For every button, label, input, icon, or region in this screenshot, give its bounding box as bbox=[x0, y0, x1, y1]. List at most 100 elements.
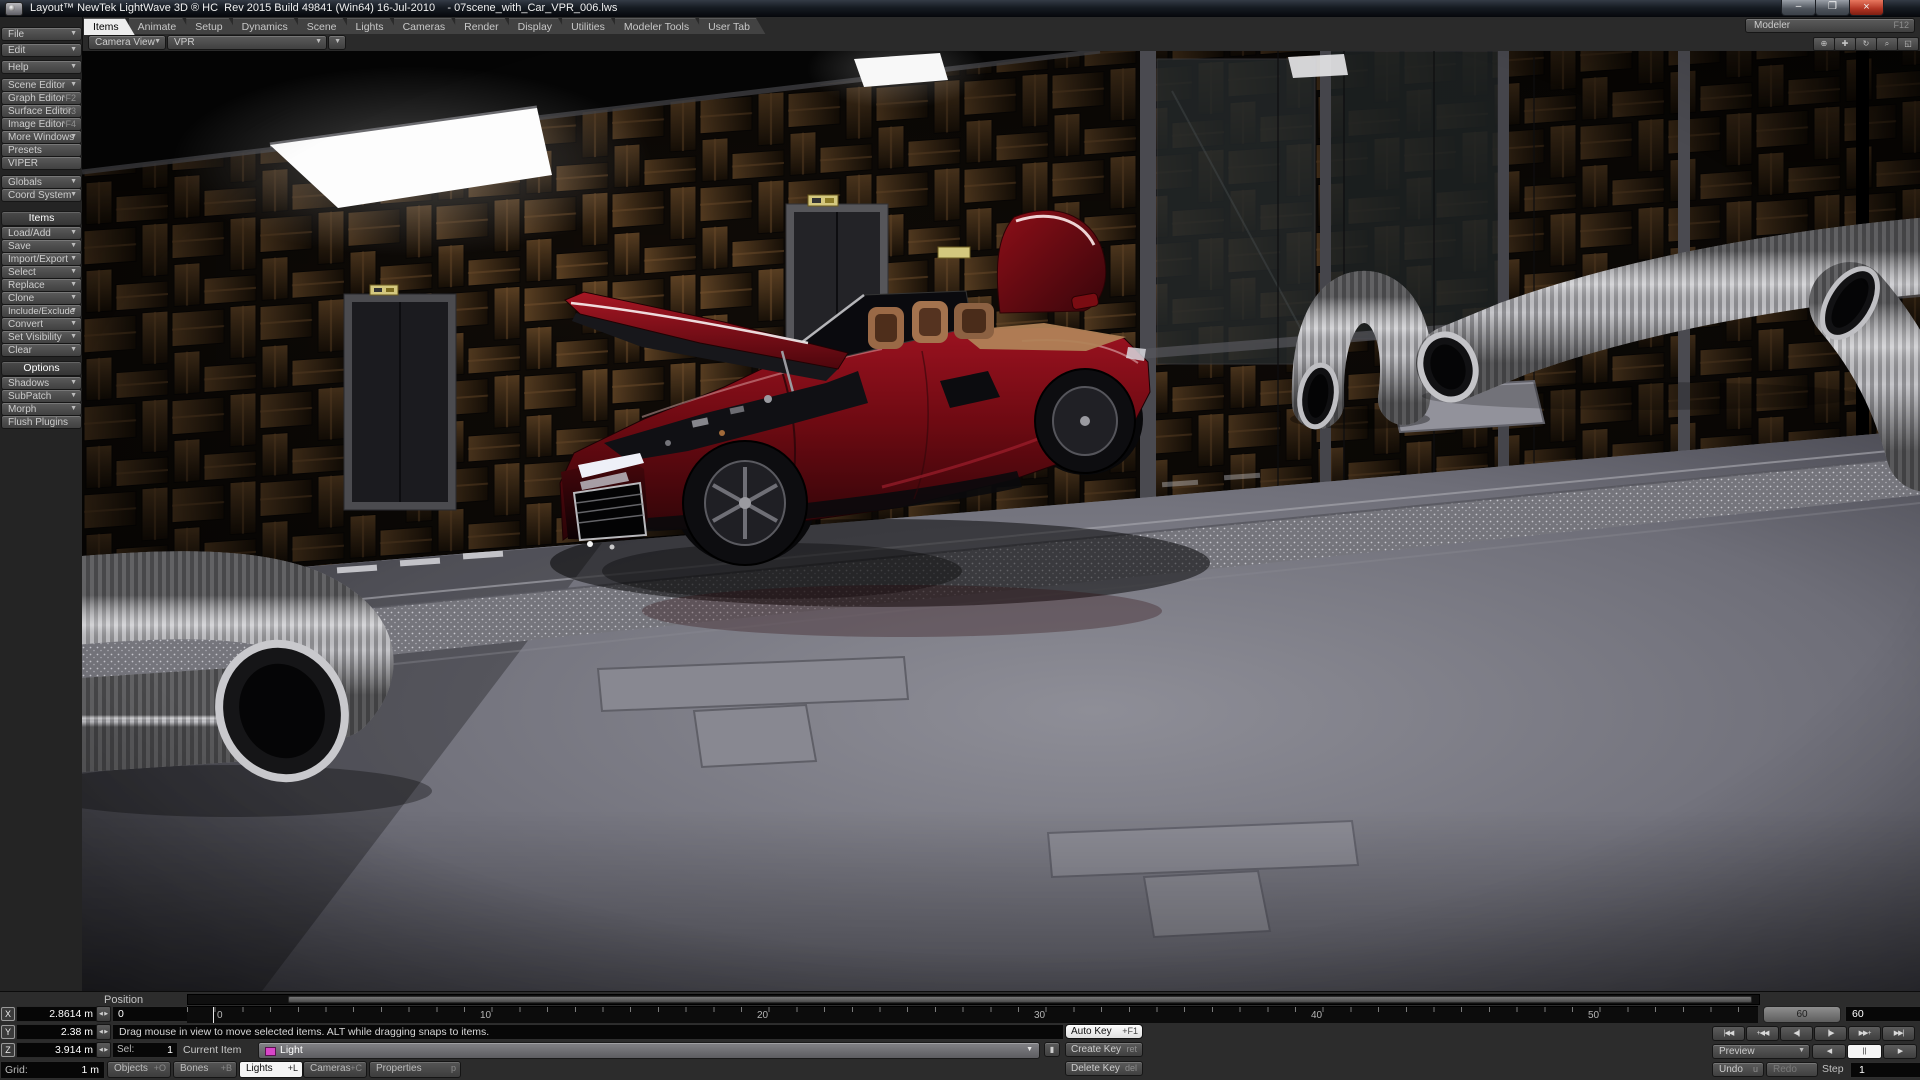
tab-display[interactable]: Display bbox=[509, 18, 568, 35]
timeline-scrollbar[interactable] bbox=[187, 994, 1760, 1005]
left-sidebar: File▼ Edit▼ Help▼ Scene Editor▼ Graph Ed… bbox=[0, 17, 83, 991]
chevron-down-icon: ▼ bbox=[70, 63, 77, 70]
shadows-button[interactable]: Shadows▼ bbox=[1, 376, 82, 390]
rotate-icon[interactable]: ↻ bbox=[1855, 37, 1877, 51]
play-button[interactable]: ▶ bbox=[1883, 1044, 1917, 1059]
y-spinner[interactable]: ◀ ▶ bbox=[96, 1024, 111, 1040]
timeline-ruler[interactable]: 0 10 20 30 40 50 bbox=[187, 1006, 1758, 1023]
position-x-value[interactable]: 2.8614 m bbox=[16, 1006, 98, 1022]
close-button[interactable]: × bbox=[1849, 0, 1884, 16]
more-windows-button[interactable]: More Windows▼ bbox=[1, 130, 82, 144]
current-frame-field[interactable]: 0 bbox=[112, 1006, 191, 1022]
play-reverse-button[interactable]: ◀ bbox=[1812, 1044, 1846, 1059]
presets-button[interactable]: Presets bbox=[1, 143, 82, 157]
render-options-dropdown[interactable]: ▼ bbox=[328, 35, 346, 50]
tab-cameras[interactable]: Cameras bbox=[394, 18, 462, 35]
coord-system-button[interactable]: Coord System▼ bbox=[1, 188, 82, 202]
tab-utilities[interactable]: Utilities bbox=[562, 18, 621, 35]
item-tab-bones[interactable]: Bones+B bbox=[173, 1061, 237, 1078]
morph-button[interactable]: Morph▼ bbox=[1, 402, 82, 416]
redo-button[interactable]: Redo bbox=[1766, 1062, 1818, 1077]
x-spinner[interactable]: ◀ ▶ bbox=[96, 1006, 111, 1022]
convert-button[interactable]: Convert▼ bbox=[1, 317, 82, 331]
minimize-button[interactable]: – bbox=[1781, 0, 1816, 16]
tab-animate[interactable]: Animate bbox=[129, 18, 193, 35]
viewport-3d-scene[interactable] bbox=[82, 51, 1920, 991]
preview-dropdown[interactable]: Preview ▼ bbox=[1712, 1044, 1810, 1059]
position-z-value[interactable]: 3.914 m bbox=[16, 1042, 98, 1058]
go-end-button[interactable]: ▶▶| bbox=[1882, 1026, 1915, 1041]
step-field[interactable]: 1 bbox=[1850, 1062, 1920, 1078]
render-mode-dropdown[interactable]: VPR ▼ bbox=[167, 35, 327, 50]
set-visibility-button[interactable]: Set Visibility▼ bbox=[1, 330, 82, 344]
chevron-down-icon: ▼ bbox=[70, 281, 77, 288]
pause-button[interactable]: || bbox=[1847, 1044, 1882, 1059]
globals-button[interactable]: Globals▼ bbox=[1, 175, 82, 189]
tab-modeler-tools[interactable]: Modeler Tools bbox=[615, 18, 705, 35]
flush-plugins-button[interactable]: Flush Plugins bbox=[1, 415, 82, 429]
step-forward-button[interactable]: ||▶ bbox=[1814, 1026, 1847, 1041]
help-menu[interactable]: Help▼ bbox=[1, 60, 82, 74]
move-icon[interactable]: ✚ bbox=[1834, 37, 1856, 51]
image-editor-button[interactable]: Image Editor^F4 bbox=[1, 117, 82, 131]
import-export-button[interactable]: Import/Export▼ bbox=[1, 252, 82, 266]
item-tab-lights[interactable]: Lights+L bbox=[239, 1061, 303, 1078]
tab-setup[interactable]: Setup bbox=[186, 18, 238, 35]
light-icon bbox=[265, 1047, 276, 1056]
z-spinner[interactable]: ◀ ▶ bbox=[96, 1042, 111, 1058]
clone-button[interactable]: Clone▼ bbox=[1, 291, 82, 305]
axis-x-button[interactable]: X bbox=[1, 1007, 15, 1021]
include-exclude-button[interactable]: Include/Exclude▼ bbox=[1, 304, 82, 318]
clear-button[interactable]: Clear▼ bbox=[1, 343, 82, 357]
position-y-value[interactable]: 2.38 m bbox=[16, 1024, 98, 1040]
selection-count: Sel: 1 bbox=[112, 1042, 178, 1058]
item-edit-button[interactable]: ▮ bbox=[1044, 1042, 1060, 1057]
auto-key-button[interactable]: Auto Key +F1 bbox=[1065, 1024, 1143, 1039]
tab-items[interactable]: Items bbox=[84, 18, 135, 35]
axis-z-button[interactable]: Z bbox=[1, 1043, 15, 1057]
surface-editor-button[interactable]: Surface Editor^F3 bbox=[1, 104, 82, 118]
chevron-down-icon: ▼ bbox=[334, 38, 341, 45]
file-menu[interactable]: File▼ bbox=[1, 27, 82, 41]
item-tab-cameras[interactable]: Cameras+C bbox=[303, 1061, 367, 1078]
tab-scene[interactable]: Scene bbox=[298, 18, 353, 35]
last-frame-field[interactable]: 60 bbox=[1845, 1006, 1920, 1022]
step-back-button[interactable]: ◀|| bbox=[1780, 1026, 1813, 1041]
axis-y-button[interactable]: Y bbox=[1, 1025, 15, 1039]
scene-editor-button[interactable]: Scene Editor▼ bbox=[1, 78, 82, 92]
current-frame-marker[interactable] bbox=[213, 1007, 214, 1023]
replace-button[interactable]: Replace▼ bbox=[1, 278, 82, 292]
next-key-button[interactable]: ▶▶+ bbox=[1848, 1026, 1881, 1041]
current-item-dropdown[interactable]: Light ▼ bbox=[258, 1042, 1040, 1059]
lightwave-layout-window: Layout™ NewTek LightWave 3D ® HC Rev 201… bbox=[0, 0, 1920, 1080]
go-start-button[interactable]: |◀◀ bbox=[1712, 1026, 1745, 1041]
select-button[interactable]: Select▼ bbox=[1, 265, 82, 279]
zoom-icon[interactable]: ⌕ bbox=[1876, 37, 1898, 51]
fit-icon[interactable]: ◱ bbox=[1897, 37, 1919, 51]
title-bar[interactable]: Layout™ NewTek LightWave 3D ® HC Rev 201… bbox=[0, 0, 1920, 17]
properties-button[interactable]: Propertiesp bbox=[369, 1061, 461, 1078]
viper-button[interactable]: VIPER bbox=[1, 156, 82, 170]
tab-dynamics[interactable]: Dynamics bbox=[233, 18, 304, 35]
undo-button[interactable]: Undo u bbox=[1712, 1062, 1764, 1077]
restore-button[interactable]: ❐ bbox=[1815, 0, 1850, 16]
view-mode-dropdown[interactable]: Camera View ▼ bbox=[88, 35, 166, 50]
chevron-down-icon: ▼ bbox=[315, 38, 322, 45]
edit-menu[interactable]: Edit▼ bbox=[1, 43, 82, 57]
delete-key-button[interactable]: Delete Key del bbox=[1065, 1061, 1143, 1076]
frame-slider-handle[interactable]: 60 bbox=[1763, 1006, 1841, 1023]
modeler-button[interactable]: Modeler F12 bbox=[1745, 18, 1915, 33]
tab-render[interactable]: Render bbox=[455, 18, 514, 35]
tab-user-tab[interactable]: User Tab bbox=[699, 18, 766, 35]
subpatch-button[interactable]: SubPatch▼ bbox=[1, 389, 82, 403]
graph-editor-button[interactable]: Graph Editor^F2 bbox=[1, 91, 82, 105]
chevron-down-icon: ▼ bbox=[1026, 1046, 1033, 1053]
save-button[interactable]: Save▼ bbox=[1, 239, 82, 253]
tab-lights[interactable]: Lights bbox=[347, 18, 400, 35]
load-add-button[interactable]: Load/Add▼ bbox=[1, 226, 82, 240]
center-icon[interactable]: ⊕ bbox=[1813, 37, 1835, 51]
item-tab-objects[interactable]: Objects+O bbox=[107, 1061, 171, 1078]
prev-key-button[interactable]: +◀◀ bbox=[1746, 1026, 1779, 1041]
create-key-button[interactable]: Create Key ret bbox=[1065, 1042, 1143, 1057]
chevron-down-icon: ▼ bbox=[70, 191, 77, 198]
